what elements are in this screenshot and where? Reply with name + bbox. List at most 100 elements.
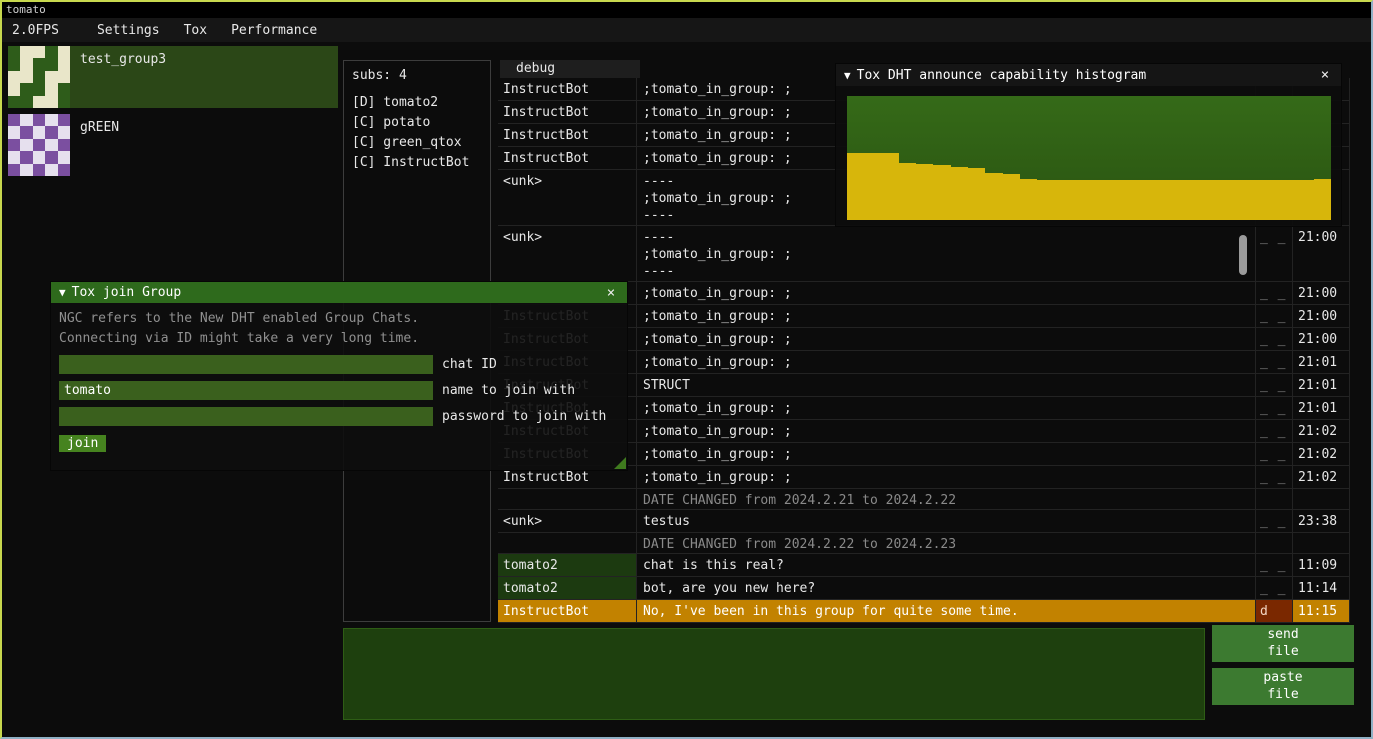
menu-bar: 2.0FPS SettingsToxPerformance (2, 18, 1371, 42)
chat-id-input[interactable] (59, 355, 433, 374)
fps-counter: 2.0FPS (2, 23, 69, 38)
dht-histogram-titlebar[interactable]: ▼ Tox DHT announce capability histogram … (836, 64, 1341, 86)
close-icon[interactable]: × (1317, 67, 1333, 83)
group-item-test_group3[interactable]: test_group3 (8, 46, 338, 108)
chat-row-flags: _ _ (1256, 443, 1293, 465)
histogram-bar (1020, 179, 1037, 220)
histogram-bar (1158, 180, 1175, 220)
chat-row[interactable]: DATE CHANGED from 2024.2.22 to 2024.2.23 (498, 533, 1350, 554)
histogram-bar (1244, 180, 1261, 220)
chat-row-author: InstructBot (498, 600, 637, 622)
histogram-plot (847, 96, 1331, 220)
tab-debug[interactable]: debug (500, 60, 640, 78)
menu-items: SettingsToxPerformance (85, 23, 329, 38)
histogram-bar (1003, 174, 1020, 220)
group-item-gREEN[interactable]: gREEN (8, 114, 338, 176)
chat-row-author: <unk> (498, 170, 637, 225)
histogram-bar (1054, 180, 1071, 220)
message-input[interactable] (343, 628, 1205, 720)
chat-row-flags: _ _ (1256, 577, 1293, 599)
join-name-label: name to join with (442, 383, 575, 398)
group-avatar (8, 114, 70, 176)
chat-row[interactable]: tomato2bot, are you new here?_ _11:14 (498, 577, 1350, 600)
histogram-bar (933, 165, 950, 220)
resize-grip[interactable] (614, 457, 626, 469)
collapse-arrow-icon[interactable]: ▼ (844, 69, 851, 82)
join-password-input[interactable] (59, 407, 433, 426)
join-info-text: NGC refers to the New DHT enabled Group … (59, 309, 619, 349)
chat-row-message: ;tomato_in_group: ; (637, 443, 1256, 465)
subs-header: subs: 4 (352, 68, 482, 83)
histogram-bar (864, 153, 881, 220)
join-group-body: NGC refers to the New DHT enabled Group … (51, 303, 627, 458)
chat-row-author (498, 533, 637, 553)
chat-row-time: 21:00 (1293, 328, 1350, 350)
chat-row[interactable]: DATE CHANGED from 2024.2.21 to 2024.2.22 (498, 489, 1350, 510)
join-field-row: tomato name to join with (59, 377, 619, 403)
chat-row-time: 21:02 (1293, 443, 1350, 465)
collapse-arrow-icon[interactable]: ▼ (59, 286, 66, 299)
join-name-input[interactable]: tomato (59, 381, 433, 400)
group-name: gREEN (80, 120, 119, 135)
histogram-bar (1279, 180, 1296, 220)
menu-item-performance[interactable]: Performance (219, 23, 329, 38)
member-item[interactable]: [D] tomato2 (352, 93, 482, 113)
chat-row-author: InstructBot (498, 147, 637, 169)
join-fields: chat IDtomatoname to join withpassword t… (59, 351, 619, 429)
chat-row-message: ---- ;tomato_in_group: ; ---- (637, 226, 1256, 281)
chat-row[interactable]: InstructBotNo, I've been in this group f… (498, 600, 1350, 623)
chat-row-message: testus (637, 510, 1256, 532)
join-group-title: Tox join Group (72, 285, 603, 300)
chat-row-flags: _ _ (1256, 282, 1293, 304)
window-title: tomato (6, 3, 46, 16)
menu-item-settings[interactable]: Settings (85, 23, 172, 38)
app-window: tomato 2.0FPS SettingsToxPerformance tes… (0, 0, 1373, 739)
chat-row[interactable]: <unk>---- ;tomato_in_group: ; ----_ _21:… (498, 226, 1350, 282)
chat-row[interactable]: tomato2chat is this real?_ _11:09 (498, 554, 1350, 577)
join-field-row: chat ID (59, 351, 619, 377)
histogram-bar (1141, 180, 1158, 220)
histogram-bar (899, 163, 916, 220)
histogram-bar (1314, 179, 1331, 220)
chat-row-flags: _ _ (1256, 554, 1293, 576)
group-name: test_group3 (80, 52, 166, 67)
member-item[interactable]: [C] InstructBot (352, 153, 482, 173)
chat-row-flags (1256, 533, 1293, 553)
histogram-bar (1262, 180, 1279, 220)
join-button[interactable]: join (59, 435, 106, 452)
window-titlebar[interactable]: tomato (2, 2, 1371, 18)
chat-row-flags: _ _ (1256, 510, 1293, 532)
chat-row-message: ;tomato_in_group: ; (637, 328, 1256, 350)
chat-scrollbar-thumb[interactable] (1239, 235, 1247, 275)
close-icon[interactable]: × (603, 285, 619, 301)
histogram-bar (1210, 180, 1227, 220)
chat-row-flags: _ _ (1256, 420, 1293, 442)
chat-row-time: 21:01 (1293, 351, 1350, 373)
chat-row-flags: _ _ (1256, 351, 1293, 373)
member-item[interactable]: [C] green_qtox (352, 133, 482, 153)
histogram-bar (847, 153, 864, 220)
chat-row-author: <unk> (498, 510, 637, 532)
chat-row-flags: _ _ (1256, 466, 1293, 488)
chat-row-message: ;tomato_in_group: ; (637, 420, 1256, 442)
send-file-button[interactable]: send file (1212, 625, 1354, 662)
member-item[interactable]: [C] potato (352, 113, 482, 133)
dht-histogram-window: ▼ Tox DHT announce capability histogram … (835, 63, 1342, 227)
chat-row-author: <unk> (498, 226, 637, 281)
menu-item-tox[interactable]: Tox (172, 23, 219, 38)
chat-row[interactable]: <unk>testus_ _23:38 (498, 510, 1350, 533)
join-group-titlebar[interactable]: ▼ Tox join Group × (51, 282, 627, 303)
chat-row-flags: _ _ (1256, 397, 1293, 419)
histogram-bar (1296, 180, 1313, 220)
histogram-bar (1124, 180, 1141, 220)
chat-row-time: 21:00 (1293, 226, 1350, 281)
chat-row-message: STRUCT (637, 374, 1256, 396)
chat-row-time: 11:09 (1293, 554, 1350, 576)
chat-row-time: 21:01 (1293, 397, 1350, 419)
paste-file-button[interactable]: paste file (1212, 668, 1354, 705)
chat-row-time: 21:02 (1293, 466, 1350, 488)
histogram-bar (1089, 180, 1106, 220)
join-info-line: NGC refers to the New DHT enabled Group … (59, 309, 619, 329)
chat-row-flags: _ _ (1256, 374, 1293, 396)
histogram-bar (1175, 180, 1192, 220)
